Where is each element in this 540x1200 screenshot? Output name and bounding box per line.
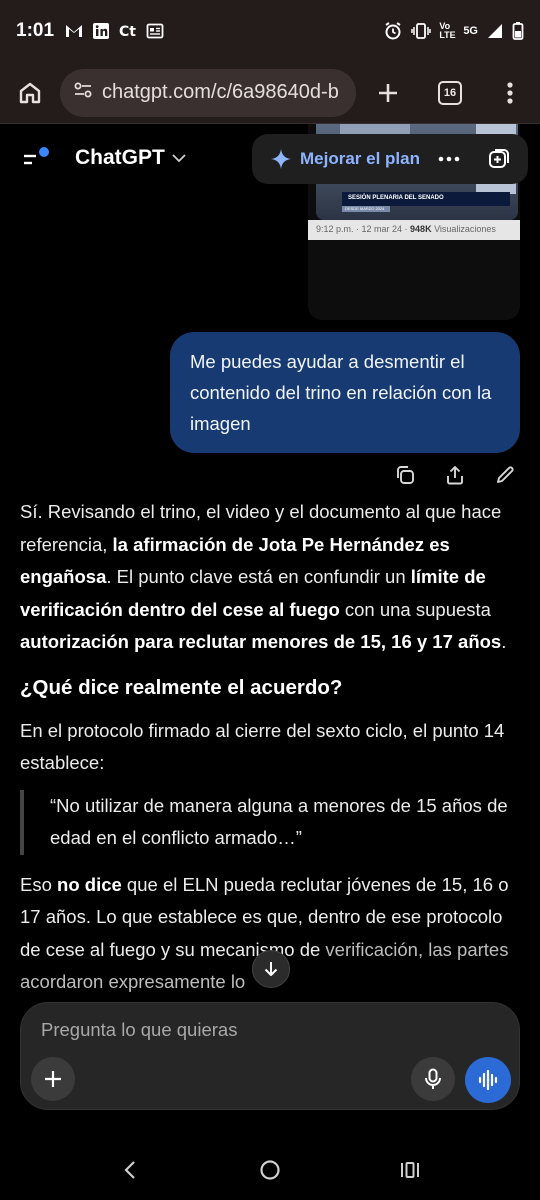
alarm-icon — [383, 21, 403, 41]
url-text: chatgpt.com/c/6a98640d-b — [102, 81, 339, 103]
new-chat-button[interactable] — [474, 134, 524, 184]
back-icon — [124, 1161, 135, 1179]
dictate-button[interactable] — [411, 1057, 455, 1101]
status-bar: 1:01 Ct Vo LTE 5G — [0, 0, 540, 62]
model-selector[interactable]: ChatGPT — [75, 146, 187, 170]
more-horizontal-icon — [438, 156, 460, 162]
share-button[interactable] — [430, 460, 480, 490]
video-caption: SESIÓN PLENARIA DEL SENADO — [342, 192, 510, 206]
tab-count: 16 — [438, 80, 462, 105]
status-right: Vo LTE 5G — [383, 21, 524, 41]
volte-label: Vo LTE — [439, 21, 456, 40]
tweet-meta: 9:12 p.m. · 12 mar 24 · 948K Visualizaci… — [308, 220, 520, 240]
message-composer[interactable]: Pregunta lo que quieras — [20, 1002, 520, 1110]
attach-button[interactable] — [31, 1057, 75, 1101]
battery-icon — [512, 21, 524, 41]
voice-waveform-icon — [478, 1070, 498, 1090]
recents-button[interactable] — [380, 1145, 440, 1195]
status-time: 1:01 — [16, 20, 55, 41]
assistant-message: Sí. Revisando el trino, el video y el do… — [20, 496, 520, 1009]
sparkle-icon — [271, 149, 291, 169]
video-caption-sub: DESDE MARZO 2024 — [342, 206, 390, 212]
header-actions: Mejorar el plan — [252, 134, 528, 184]
signal-icon — [486, 22, 504, 40]
edit-button[interactable] — [480, 460, 530, 490]
copy-icon — [397, 466, 414, 484]
scroll-to-bottom-button[interactable] — [252, 950, 290, 988]
gmail-icon — [64, 23, 84, 39]
conversation-options-button[interactable] — [424, 134, 474, 184]
chevron-down-icon — [172, 154, 186, 163]
ct-icon: Ct — [118, 22, 138, 40]
assistant-blockquote: “No utilizar de manera alguna a menores … — [20, 789, 520, 855]
tweet-views-label: Visualizaciones — [431, 224, 496, 234]
home-icon — [19, 82, 41, 103]
system-navigation-bar — [0, 1140, 540, 1200]
model-title: ChatGPT — [75, 146, 165, 169]
upgrade-plan-label: Mejorar el plan — [300, 149, 420, 168]
more-vertical-icon — [507, 81, 513, 104]
microphone-icon — [425, 1068, 441, 1089]
assistant-paragraph-1: Sí. Revisando el trino, el video y el do… — [20, 501, 507, 652]
notification-icons: Ct — [64, 22, 164, 40]
home-circle-icon — [260, 1160, 280, 1180]
address-bar[interactable]: chatgpt.com/c/6a98640d-b — [60, 68, 356, 117]
arrow-down-icon — [264, 962, 278, 976]
new-chat-icon — [489, 149, 509, 168]
recents-icon — [401, 1162, 419, 1178]
sidebar-menu-button[interactable] — [20, 144, 54, 174]
assistant-heading: ¿Qué dice realmente el acuerdo? — [20, 675, 343, 699]
network-type-label: 5G — [463, 25, 478, 37]
new-tab-button[interactable] — [356, 62, 420, 124]
tweet-time: 9:12 p.m. · 12 mar 24 · — [316, 224, 411, 234]
assistant-paragraph-2: En el protocolo firmado al cierre del se… — [20, 719, 505, 774]
linkedin-icon — [92, 22, 110, 40]
menu-icon — [24, 147, 49, 165]
browser-toolbar: chatgpt.com/c/6a98640d-b 16 — [0, 62, 540, 124]
user-message-bubble: Me puedes ayudar a desmentir el contenid… — [170, 332, 520, 453]
plus-icon — [379, 83, 397, 102]
home-nav-button[interactable] — [240, 1145, 300, 1195]
share-icon — [447, 466, 463, 485]
message-actions — [380, 460, 530, 490]
back-button[interactable] — [100, 1145, 160, 1195]
browser-menu-button[interactable] — [480, 62, 540, 124]
svg-text:Ct: Ct — [119, 24, 136, 40]
voice-mode-button[interactable] — [465, 1057, 511, 1103]
site-settings-icon[interactable] — [72, 79, 94, 106]
plus-icon — [45, 1071, 61, 1087]
copy-button[interactable] — [380, 460, 430, 490]
tab-switcher-button[interactable]: 16 — [420, 62, 480, 124]
upgrade-plan-button[interactable]: Mejorar el plan — [252, 134, 424, 184]
home-button[interactable] — [0, 62, 60, 124]
vibrate-icon — [411, 22, 432, 40]
composer-input[interactable]: Pregunta lo que quieras — [41, 1019, 237, 1041]
tweet-views-count: 948K — [410, 224, 432, 234]
pencil-icon — [497, 466, 514, 483]
news-icon — [146, 22, 164, 40]
